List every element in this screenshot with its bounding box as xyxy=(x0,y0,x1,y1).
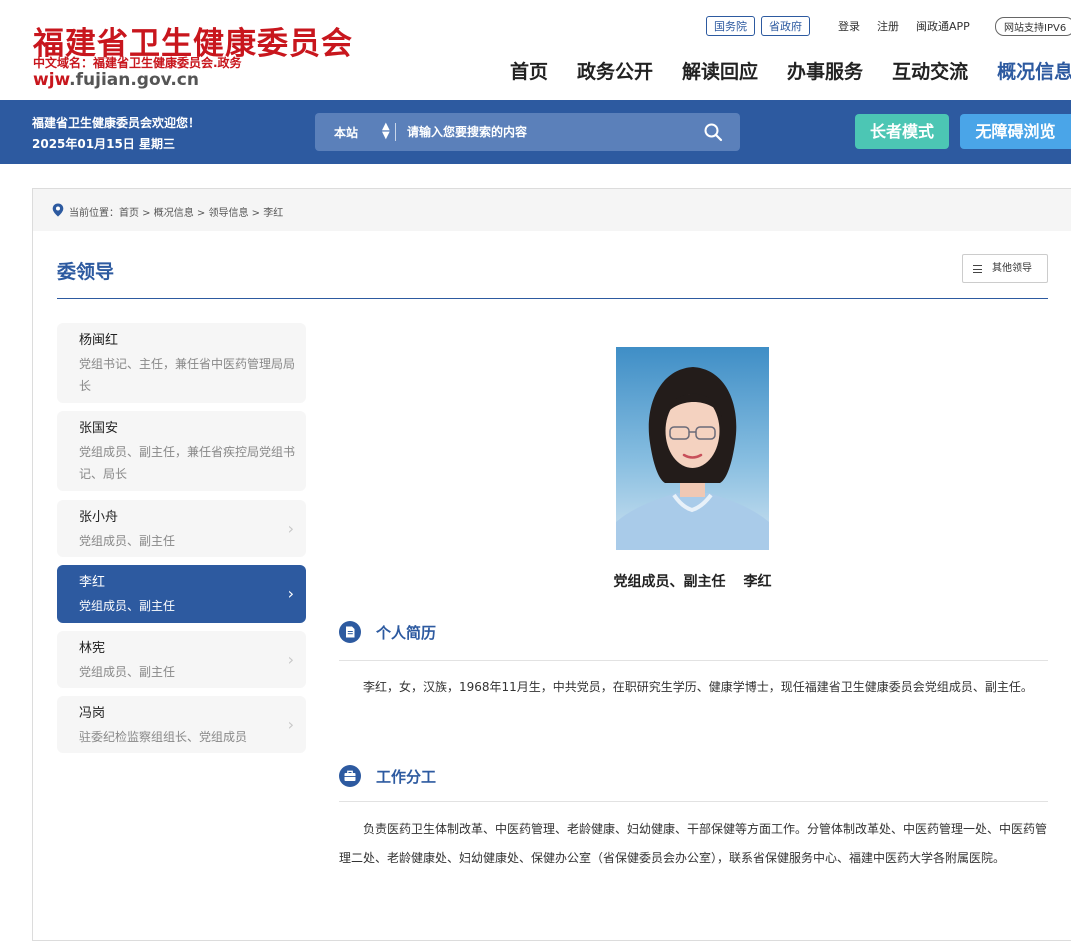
search-scope-select[interactable]: 本站 xyxy=(334,124,358,141)
nav-home[interactable]: 首页 xyxy=(510,57,548,84)
breadcrumb: 当前位置：首页 > 概况信息 > 领导信息 > 李红 xyxy=(33,189,1071,231)
scope-updown-icon[interactable]: ▲ ▼ xyxy=(382,122,390,141)
portrait-caption: 党组成员、副主任 李红 xyxy=(571,571,814,591)
bio-heading: 个人简历 xyxy=(339,621,436,643)
leader-name: 张国安 xyxy=(79,421,119,436)
leader-item-zhang-xiaozhou[interactable]: 张小舟 党组成员、副主任 › xyxy=(57,500,306,557)
site-domain-url: wjw.fujian.gov.cn xyxy=(33,70,199,90)
domain-url-prefix: wjw xyxy=(33,70,70,90)
search-divider xyxy=(395,123,396,141)
briefcase-icon xyxy=(339,765,361,787)
duty-text: 负责医药卫生体制改革、中医药管理、老龄健康、妇幼健康、干部保健等方面工作。分管体… xyxy=(339,822,1048,865)
search-box: 本站 ▲ ▼ xyxy=(315,113,740,151)
chevron-right-icon: › xyxy=(287,584,294,603)
leader-role: 党组成员、副主任 xyxy=(79,665,176,679)
breadcrumb-text[interactable]: 当前位置：首页 > 概况信息 > 领导信息 > 李红 xyxy=(69,204,283,219)
nav-services[interactable]: 办事服务 xyxy=(787,57,863,84)
leader-role: 驻委纪检监察组组长、党组成员 xyxy=(79,730,248,744)
nav-interaction[interactable]: 互动交流 xyxy=(892,57,968,84)
leader-role: 党组成员、副主任，兼任省疾控局党组书记、局长 xyxy=(79,445,296,481)
leader-item-zhang-guoan[interactable]: 张国安 党组成员、副主任，兼任省疾控局党组书记、局长 xyxy=(57,411,306,491)
briefcase-icon-glyph xyxy=(344,770,356,781)
elder-mode-button[interactable]: 长者模式 xyxy=(855,114,949,149)
register-link[interactable]: 注册 xyxy=(877,18,899,34)
leader-item-yang-minhong[interactable]: 杨闽红 党组书记、主任，兼任省中医药管理局局长 xyxy=(57,323,306,403)
welcome-text: 福建省卫生健康委员会欢迎您！ xyxy=(32,116,201,130)
leader-role: 党组成员、副主任 xyxy=(79,599,176,613)
menu-icon xyxy=(973,265,982,273)
chinese-domain-name: 中文域名：福建省卫生健康委员会.政务 xyxy=(33,56,242,70)
ipv6-badge: 网站支持IPV6 xyxy=(995,17,1071,36)
chevron-right-icon: › xyxy=(287,714,294,734)
duty-heading: 工作分工 xyxy=(339,765,436,787)
leader-name: 冯岗 xyxy=(79,706,106,721)
leader-name: 张小舟 xyxy=(79,510,119,525)
page-title: 委领导 xyxy=(57,261,115,283)
leader-role: 党组书记、主任，兼任省中医药管理局局长 xyxy=(79,357,296,393)
provincial-government-link[interactable]: 省政府 xyxy=(761,16,810,36)
other-leaders-label: 其他领导 xyxy=(992,263,1032,274)
state-council-link[interactable]: 国务院 xyxy=(706,16,755,36)
caption-name: 李红 xyxy=(743,574,772,590)
duty-divider xyxy=(339,801,1048,802)
leader-item-feng-gang[interactable]: 冯岗 驻委纪检监察组组长、党组成员 › xyxy=(57,696,306,753)
nav-overview[interactable]: 概况信息 xyxy=(997,57,1071,84)
welcome-bar: 福建省卫生健康委员会欢迎您！ 2025年01月15日 星期三 本站 ▲▼ 长者模… xyxy=(0,100,1071,164)
nav-interpretation[interactable]: 解读回应 xyxy=(682,57,758,84)
title-divider xyxy=(57,298,1048,299)
current-date: 2025年01月15日 星期三 xyxy=(32,137,175,151)
login-link[interactable]: 登录 xyxy=(838,18,860,34)
top-links: 国务院 省政府 登录 注册 闽政通APP xyxy=(706,16,970,36)
document-icon xyxy=(339,621,361,643)
bio-text: 李红，女，汉族，1968年11月生，中共党员，在职研究生学历、健康学博士，现任福… xyxy=(363,680,1033,694)
leader-name: 林宪 xyxy=(79,641,106,656)
nav-government-affairs[interactable]: 政务公开 xyxy=(577,57,653,84)
search-icon[interactable] xyxy=(703,122,723,142)
other-leaders-button[interactable]: 其他领导 xyxy=(962,254,1048,283)
leader-item-lin-xian[interactable]: 林宪 党组成员、副主任 › xyxy=(57,631,306,688)
document-icon-glyph xyxy=(346,626,355,638)
bio-heading-label: 个人简历 xyxy=(376,623,437,642)
caption-title: 党组成员、副主任 xyxy=(613,574,726,590)
leader-item-li-hong[interactable]: 李红 党组成员、副主任 › xyxy=(57,565,306,623)
bio-divider xyxy=(339,660,1048,661)
accessible-browse-button[interactable]: 无障碍浏览 xyxy=(960,114,1071,149)
domain-url-suffix: .fujian.gov.cn xyxy=(69,70,199,90)
main-content: 当前位置：首页 > 概况信息 > 领导信息 > 李红 委领导 其他领导 杨闽红 … xyxy=(32,188,1071,941)
main-nav: 首页 政务公开 解读回应 办事服务 互动交流 概况信息 xyxy=(510,57,1071,84)
site-header: 福建省卫生健康委员会 中文域名：福建省卫生健康委员会.政务 wjw.fujian… xyxy=(0,0,1071,100)
leader-name: 杨闽红 xyxy=(79,333,119,348)
leader-role: 党组成员、副主任 xyxy=(79,534,176,548)
chevron-right-icon: › xyxy=(287,649,294,669)
leader-name: 李红 xyxy=(79,575,106,590)
leader-portrait xyxy=(616,347,769,550)
chevron-right-icon: › xyxy=(287,518,294,538)
welcome-block: 福建省卫生健康委员会欢迎您！ 2025年01月15日 星期三 xyxy=(32,113,200,155)
portrait-illustration xyxy=(616,367,769,550)
minzhengtong-app-link[interactable]: 闽政通APP xyxy=(916,18,970,34)
location-pin-icon xyxy=(52,203,64,217)
search-input[interactable] xyxy=(407,122,687,142)
duty-heading-label: 工作分工 xyxy=(376,767,437,786)
